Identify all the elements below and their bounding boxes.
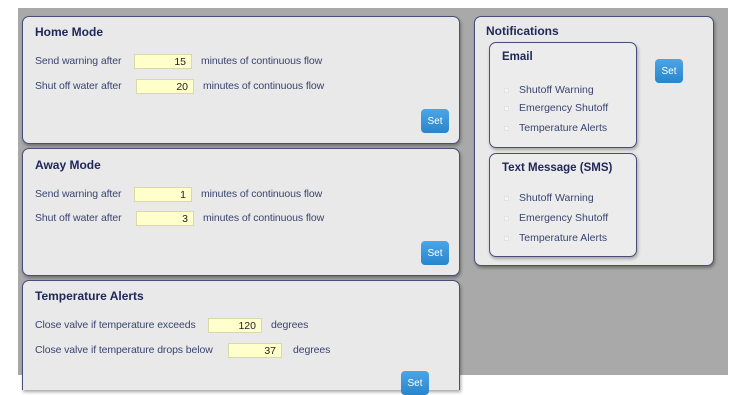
home-mode-set-button[interactable]: Set	[421, 109, 449, 133]
sms-option-label: Emergency Shutoff	[519, 212, 609, 224]
away-warning-suffix: minutes of continuous flow	[201, 188, 323, 200]
notifications-set-button[interactable]: Set	[655, 59, 683, 83]
sms-option-shutoff-warning[interactable]: Shutoff Warning	[504, 191, 594, 205]
away-mode-panel: Away Mode Send warning after minutes of …	[22, 148, 460, 276]
sms-option-label: Shutoff Warning	[519, 192, 594, 204]
away-warning-input[interactable]	[134, 187, 192, 202]
checkbox-icon[interactable]	[504, 87, 509, 93]
temp-exceeds-suffix: degrees	[271, 319, 309, 331]
notifications-title: Notifications	[486, 24, 559, 38]
email-option-label: Emergency Shutoff	[519, 102, 609, 114]
sms-option-emergency-shutoff[interactable]: Emergency Shutoff	[504, 211, 608, 225]
away-mode-title: Away Mode	[35, 158, 101, 172]
email-option-temperature-alerts[interactable]: Temperature Alerts	[504, 121, 607, 135]
checkbox-icon[interactable]	[504, 235, 509, 241]
away-mode-set-button[interactable]: Set	[421, 241, 449, 265]
email-option-label: Shutoff Warning	[519, 84, 594, 96]
sms-option-label: Temperature Alerts	[519, 232, 608, 244]
email-title: Email	[502, 51, 533, 63]
sms-option-temperature-alerts[interactable]: Temperature Alerts	[504, 231, 607, 245]
email-option-label: Temperature Alerts	[519, 122, 608, 134]
sms-title: Text Message (SMS)	[502, 162, 613, 174]
temperature-alerts-title: Temperature Alerts	[35, 289, 144, 303]
notifications-panel: Notifications Email Shutoff Warning Emer…	[474, 16, 714, 266]
temp-below-suffix: degrees	[293, 344, 331, 356]
home-warning-suffix: minutes of continuous flow	[201, 55, 323, 67]
home-mode-panel: Home Mode Send warning after minutes of …	[22, 16, 460, 144]
home-warning-input[interactable]	[134, 54, 192, 69]
home-shutoff-suffix: minutes of continuous flow	[203, 80, 325, 92]
home-mode-title: Home Mode	[35, 25, 104, 39]
away-shutoff-input[interactable]	[136, 211, 194, 226]
home-shutoff-label: Shut off water after	[35, 80, 122, 92]
checkbox-icon[interactable]	[504, 125, 509, 131]
email-option-emergency-shutoff[interactable]: Emergency Shutoff	[504, 101, 608, 115]
away-shutoff-suffix: minutes of continuous flow	[203, 212, 325, 224]
temp-exceeds-label: Close valve if temperature exceeds	[35, 319, 196, 331]
checkbox-icon[interactable]	[504, 105, 509, 111]
email-subpanel: Email Shutoff Warning Emergency Shutoff …	[489, 42, 637, 148]
email-option-shutoff-warning[interactable]: Shutoff Warning	[504, 83, 594, 97]
home-shutoff-input[interactable]	[136, 79, 194, 94]
checkbox-icon[interactable]	[504, 195, 509, 201]
temp-below-label: Close valve if temperature drops below	[35, 344, 213, 356]
sms-subpanel: Text Message (SMS) Shutoff Warning Emerg…	[489, 153, 637, 257]
checkbox-icon[interactable]	[504, 215, 509, 221]
temp-below-input[interactable]	[228, 343, 282, 358]
home-warning-label: Send warning after	[35, 55, 122, 67]
away-warning-label: Send warning after	[35, 188, 122, 200]
away-shutoff-label: Shut off water after	[35, 212, 122, 224]
temp-exceeds-input[interactable]	[208, 318, 262, 333]
temperature-alerts-panel: Temperature Alerts Close valve if temper…	[22, 280, 460, 395]
